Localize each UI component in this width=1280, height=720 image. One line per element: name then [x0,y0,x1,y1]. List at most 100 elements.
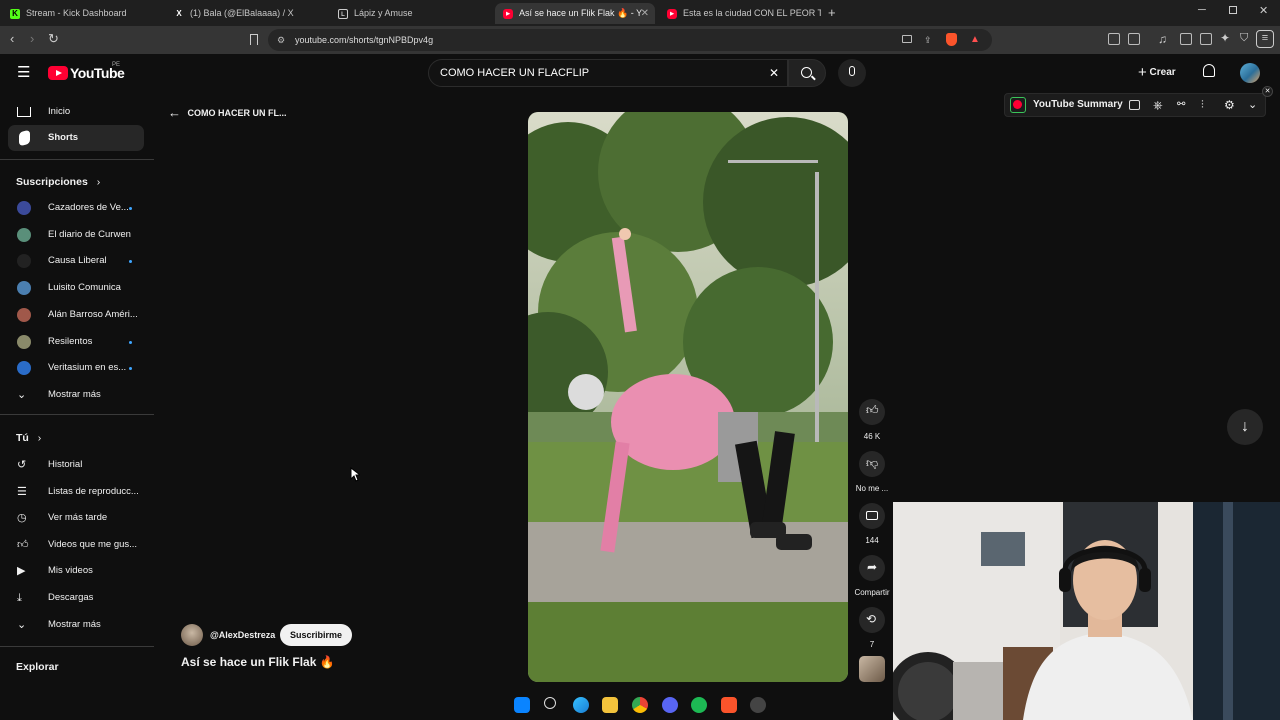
comments-button[interactable] [859,503,885,529]
openai-icon[interactable]: ⎈ [1153,94,1163,116]
sidebar-subscription-item[interactable]: Resilentos [8,329,144,355]
sidebar-item-shorts[interactable]: Shorts [8,125,144,151]
hamburger-menu-icon[interactable]: ☰ [17,65,30,80]
glasses-icon[interactable]: ⚯ [1177,94,1185,116]
channel-handle[interactable]: @AlexDestreza [210,630,275,640]
discord-icon[interactable] [662,697,678,713]
robot-icon[interactable] [1129,100,1140,110]
windows-start-icon[interactable] [514,697,530,713]
sidebar-item-label: Historial [48,459,83,470]
explore-heading: Explorar [16,661,59,673]
sidebar-item-show-more[interactable]: ⌄ Mostrar más [8,382,144,408]
settings-gear-icon[interactable]: ⚙ [1224,94,1235,116]
subscribe-button[interactable]: Suscribirme [280,624,352,646]
new-content-dot [129,207,132,210]
clear-search-icon[interactable]: ✕ [769,60,779,86]
app-icon[interactable] [750,697,766,713]
close-tab-icon[interactable]: ✕ [641,3,649,24]
sidebar-item-label: Descargas [48,592,94,603]
share-button[interactable]: ➦ [859,555,885,581]
address-bar-row: ‹ › ↻ ⚙ youtube.com/shorts/tgnNPBDpv4g ⇪… [0,26,1280,54]
screenshot-icon[interactable] [1128,33,1140,45]
brave-shields-icon[interactable] [946,33,957,46]
minimize-icon[interactable]: ─ [1198,4,1206,16]
arrow-left-icon: ← [168,105,181,120]
sidebar-subscription-item[interactable]: El diario de Curwen [8,222,144,248]
share-page-icon[interactable]: ⇪ [924,29,932,51]
sidebar-item-video[interactable]: ▶ Mis videos [8,558,144,584]
sidebar-item-home[interactable]: Inicio [8,99,144,125]
subscriptions-heading[interactable]: Suscripciones › [16,176,100,188]
create-button[interactable]: + Crear [1138,64,1186,82]
tab-title: Lápiz y Amuse [354,8,413,18]
new-tab-icon[interactable]: + [828,5,836,20]
extensions-icon[interactable] [1108,33,1120,45]
summary-title[interactable]: YouTube Summary [1033,94,1123,116]
sidebar-item-label: Resilentos [48,335,93,347]
sidebar-subscription-item[interactable]: Veritasium en es... [8,355,144,381]
like-button[interactable]: 👍︎ [859,399,885,425]
next-short-button[interactable]: ↓ [1227,409,1263,445]
browser-tab[interactable]: X (1) Bala (@ElBalaaaa) / X [166,3,326,24]
sidebar-subscription-item[interactable]: Causa Liberal [8,248,144,274]
back-to-search-link[interactable]: ← COMO HACER UN FL... [168,106,287,120]
channel-avatar[interactable] [181,624,203,646]
spotify-icon[interactable] [691,697,707,713]
voice-search-button[interactable] [838,59,866,87]
browser-tab-active[interactable]: ▶ Así se hace un Flik Flak 🔥 - Y ✕ [495,3,655,24]
sidebar-subscription-item[interactable]: Luisito Comunica [8,275,144,301]
chevron-down-icon[interactable]: ⌄ [1248,94,1257,116]
sidebar-item-label: Causa Liberal [48,255,107,267]
remix-button[interactable]: ⟲ [859,607,885,633]
short-video-player[interactable] [528,112,848,682]
chrome-icon[interactable] [632,697,648,713]
browser-tab[interactable]: K Stream - Kick Dashboard [2,3,162,24]
browser-tab[interactable]: L Lápiz y Amuse [330,3,490,24]
cast-icon[interactable] [902,35,912,43]
sidebar-item-history[interactable]: ↺ Historial [8,452,144,478]
bookmark-icon[interactable] [250,34,258,45]
you-heading[interactable]: Tú › [16,432,41,444]
back-icon[interactable]: ‹ [10,32,14,46]
site-info-icon[interactable]: ⚙ [277,29,285,51]
music-icon[interactable]: ♫ [1158,32,1167,46]
new-content-dot [129,340,132,344]
brave-icon[interactable] [721,697,737,713]
url-field[interactable]: ⚙ youtube.com/shorts/tgnNPBDpv4g ⇪ ▲ [268,29,992,51]
sidebar-item-like[interactable]: 👍︎ Videos que me gus... [8,532,144,558]
sidebar-item-clock[interactable]: ◷ Ver más tarde [8,505,144,531]
browser-tab[interactable]: ▶ Esta es la ciudad CON EL PEOR TRÁF [659,3,821,24]
divider [0,159,154,160]
search-query: COMO HACER UN FLACFLIP [440,67,590,79]
summary-close-icon[interactable]: ✕ [1262,86,1273,97]
sound-thumbnail[interactable] [859,656,885,682]
sidebar-subscription-item[interactable]: Cazadores de Ve... [8,195,144,221]
reload-icon[interactable]: ↻ [48,32,59,46]
search-input[interactable]: COMO HACER UN FLACFLIP ✕ [428,59,788,87]
file-explorer-icon[interactable] [602,697,618,713]
chevron-right-icon: › [37,432,42,444]
sidebar-toggle-icon[interactable] [1180,33,1192,45]
wallet-icon[interactable] [1200,33,1212,45]
youtube-play-icon [48,66,68,80]
channel-avatar [17,281,31,296]
leo-ai-icon[interactable]: ✦ [1220,31,1230,45]
notifications-bell-icon[interactable] [1203,64,1215,77]
sidebar-item-show-more[interactable]: ⌄ Mostrar más [8,612,144,638]
brave-rewards-icon[interactable]: ▲ [970,29,980,51]
vpn-shield-icon[interactable]: ⛉ [1240,32,1248,45]
sidebar-item-playlist[interactable]: ☰ Listas de reproducc... [8,479,144,505]
share-label: Compartir [854,588,890,597]
forward-icon[interactable]: › [30,32,34,46]
maximize-icon[interactable] [1229,6,1237,14]
close-window-icon[interactable]: ✕ [1259,4,1268,17]
search-button[interactable] [788,59,826,87]
menu-icon[interactable]: ≡ [1256,30,1274,48]
sidebar-item-download[interactable]: ⤓ Descargas [8,585,144,611]
taskbar-search-icon[interactable] [544,697,556,709]
avatar[interactable] [1240,63,1260,83]
dislike-button[interactable]: 👎︎ [859,451,885,477]
edge-icon[interactable] [573,697,589,713]
audio-wave-icon[interactable]: ⫶ [1201,94,1204,116]
sidebar-subscription-item[interactable]: Alán Barroso Améri... [8,302,144,328]
